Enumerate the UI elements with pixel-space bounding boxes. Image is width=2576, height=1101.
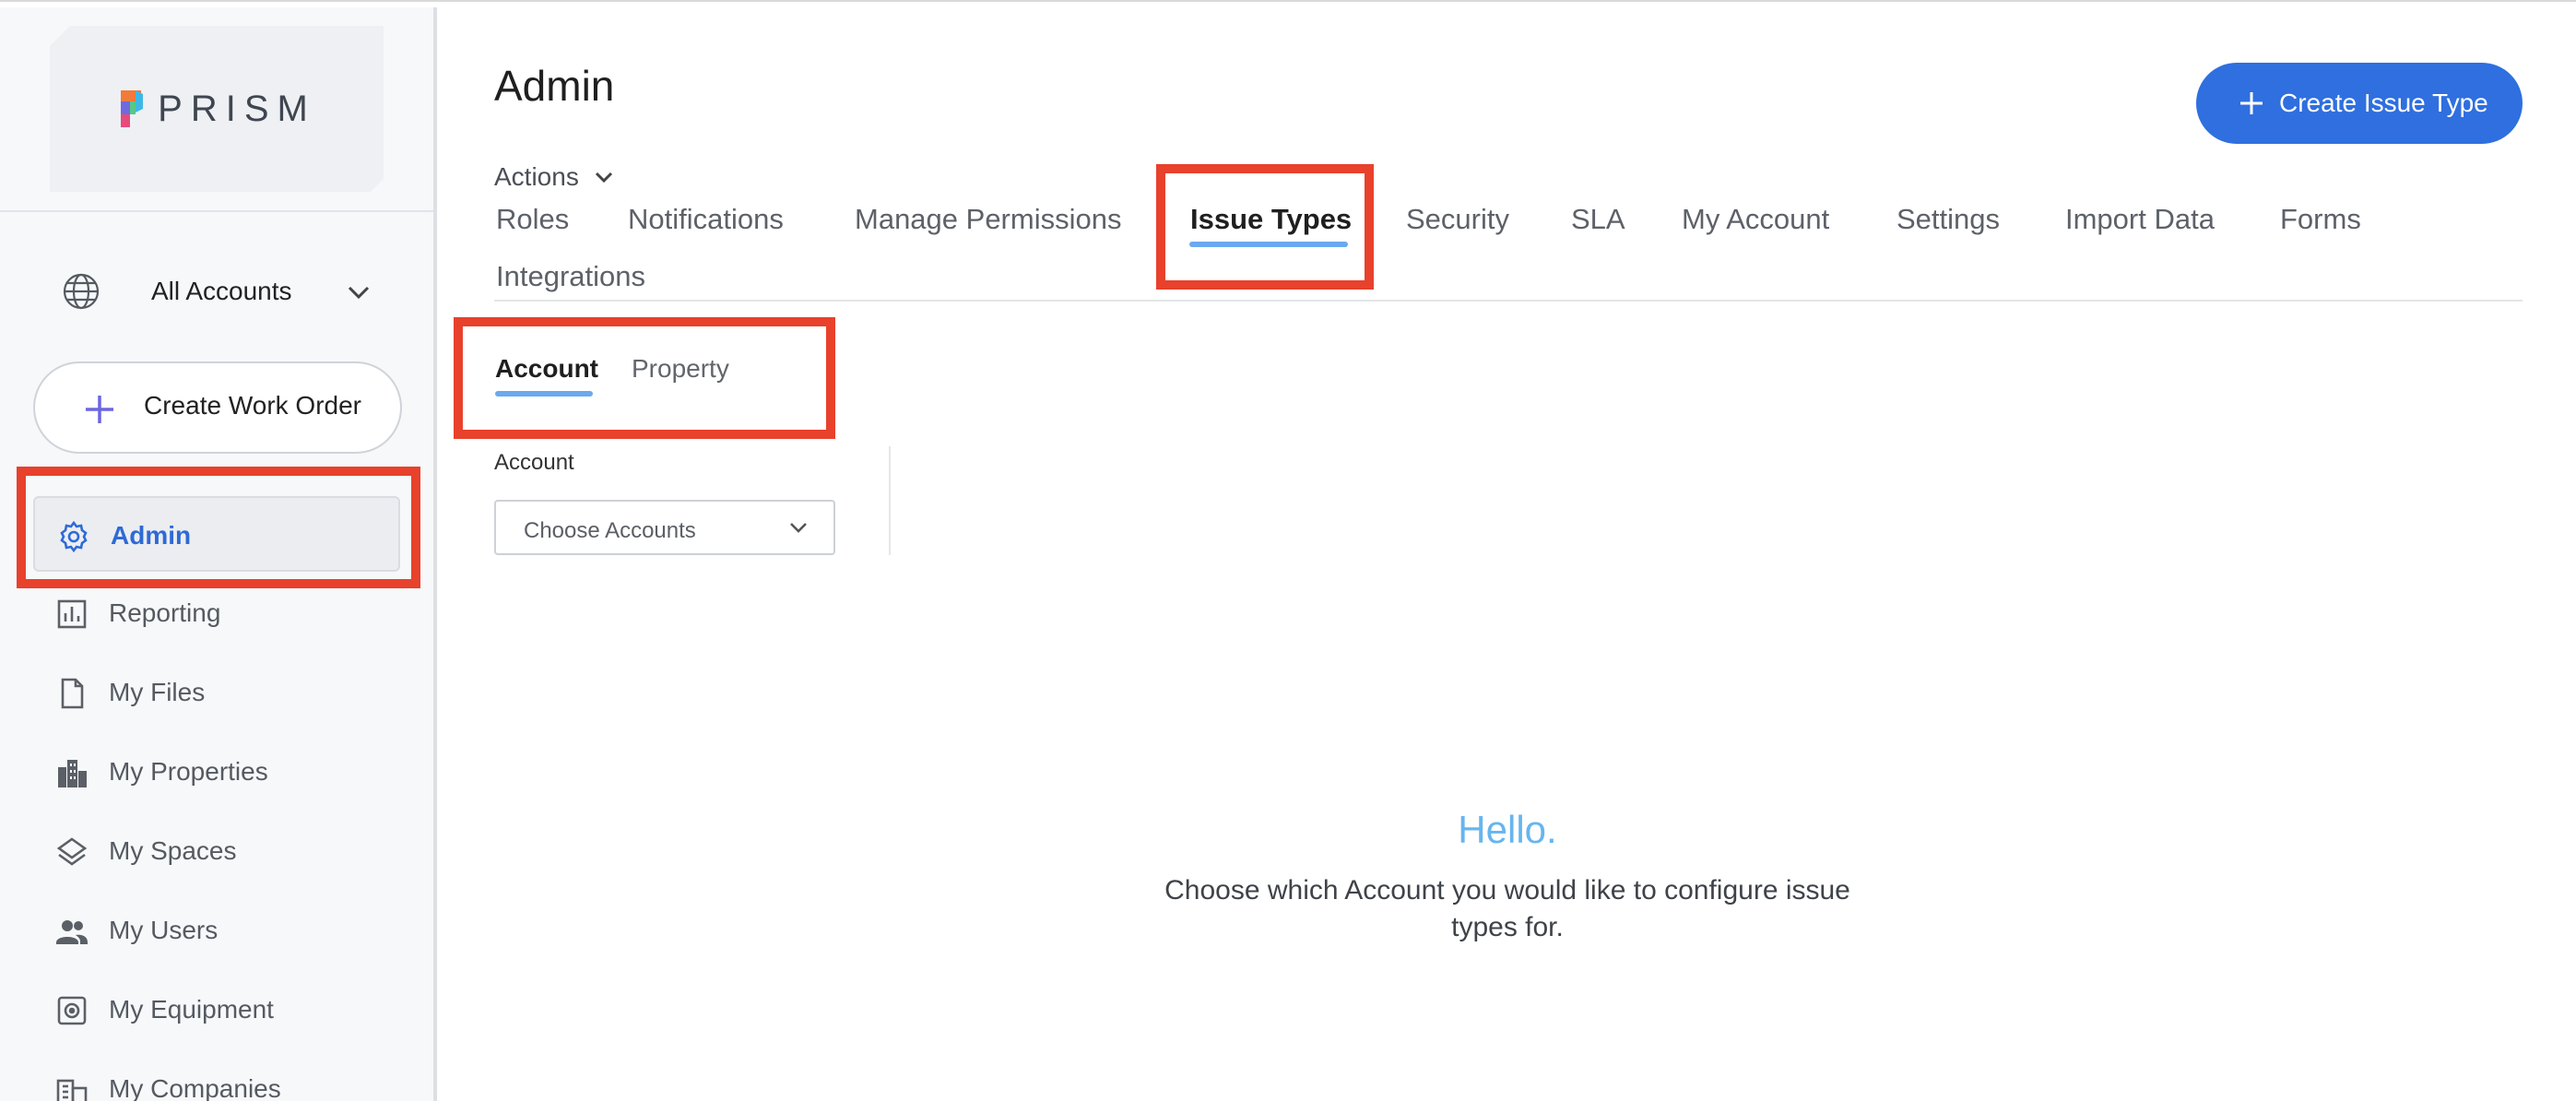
- sidebar-item-label: My Spaces: [109, 836, 237, 865]
- sidebar-item-my-equipment[interactable]: My Equipment: [33, 972, 400, 1048]
- page-title: Admin: [494, 62, 615, 110]
- prism-logo-icon: [121, 90, 144, 127]
- sidebar-item-my-companies[interactable]: My Companies: [33, 1051, 400, 1101]
- chevron-down-icon: [595, 172, 612, 184]
- sidebar-item-my-spaces[interactable]: My Spaces: [33, 813, 400, 889]
- account-filter-label: Account: [494, 450, 574, 475]
- account-selector[interactable]: All Accounts: [61, 267, 374, 315]
- create-work-order-button[interactable]: Create Work Order: [33, 361, 402, 454]
- actions-label: Actions: [494, 162, 579, 191]
- file-icon: [61, 678, 84, 709]
- building-icon: [58, 760, 87, 787]
- sidebar-item-label: My Companies: [109, 1074, 281, 1101]
- tab-settings[interactable]: Settings: [1897, 203, 2000, 236]
- tabs-divider: [494, 300, 2523, 302]
- tab-sla[interactable]: SLA: [1571, 203, 1625, 236]
- chart-icon: [57, 599, 87, 629]
- tab-notifications[interactable]: Notifications: [628, 203, 784, 236]
- tab-my-account[interactable]: My Account: [1682, 203, 1829, 236]
- filter-separator: [889, 446, 891, 555]
- chevron-down-icon: [790, 523, 807, 533]
- create-issue-type-button[interactable]: Create Issue Type: [2196, 63, 2523, 144]
- sidebar: PRISM All Accounts Create Work Order Adm…: [0, 7, 437, 1101]
- sidebar-item-label: Admin: [111, 521, 192, 550]
- sidebar-divider: [0, 210, 433, 212]
- subtab-account[interactable]: Account: [495, 354, 598, 384]
- chevron-down-icon: [348, 286, 370, 300]
- create-work-order-label: Create Work Order: [144, 391, 361, 420]
- empty-state-heading: Hello.: [1458, 808, 1557, 851]
- company-icon: [56, 1079, 88, 1101]
- account-selector-label: All Accounts: [151, 277, 292, 305]
- plus-icon: [86, 396, 113, 423]
- tab-issue-types[interactable]: Issue Types: [1190, 203, 1352, 236]
- subtab-property[interactable]: Property: [632, 354, 729, 384]
- sidebar-item-reporting[interactable]: Reporting: [33, 575, 400, 651]
- active-subtab-indicator: [495, 391, 593, 397]
- sidebar-item-admin[interactable]: Admin: [33, 496, 400, 572]
- globe-icon: [63, 273, 100, 310]
- sidebar-item-label: My Files: [109, 678, 206, 706]
- sidebar-item-my-files[interactable]: My Files: [33, 655, 400, 730]
- sidebar-item-my-users[interactable]: My Users: [33, 893, 400, 968]
- sidebar-item-label: My Users: [109, 916, 219, 944]
- choose-accounts-select[interactable]: Choose Accounts: [494, 500, 835, 555]
- tab-integrations[interactable]: Integrations: [496, 260, 645, 293]
- choose-accounts-placeholder: Choose Accounts: [524, 518, 696, 543]
- create-issue-type-label: Create Issue Type: [2279, 89, 2488, 117]
- layers-icon: [56, 837, 88, 866]
- active-tab-indicator: [1189, 242, 1348, 247]
- sidebar-item-label: My Equipment: [109, 995, 274, 1024]
- sidebar-item-my-properties[interactable]: My Properties: [33, 734, 400, 810]
- tab-security[interactable]: Security: [1406, 203, 1509, 236]
- actions-menu[interactable]: Actions: [494, 160, 616, 194]
- users-icon: [56, 920, 88, 944]
- plus-icon: [2240, 92, 2263, 114]
- sidebar-item-label: Reporting: [109, 598, 221, 627]
- tab-manage-permissions[interactable]: Manage Permissions: [855, 203, 1121, 236]
- empty-state-message: Choose which Account you would like to c…: [1164, 875, 1850, 942]
- logo-text: PRISM: [158, 88, 316, 129]
- tab-import-data[interactable]: Import Data: [2065, 203, 2215, 236]
- tab-roles[interactable]: Roles: [496, 203, 569, 236]
- logo[interactable]: PRISM: [50, 26, 384, 192]
- tab-forms[interactable]: Forms: [2280, 203, 2361, 236]
- sidebar-item-label: My Properties: [109, 757, 268, 786]
- top-border: [0, 0, 2576, 7]
- gear-icon: [60, 520, 88, 553]
- equipment-icon: [57, 996, 87, 1025]
